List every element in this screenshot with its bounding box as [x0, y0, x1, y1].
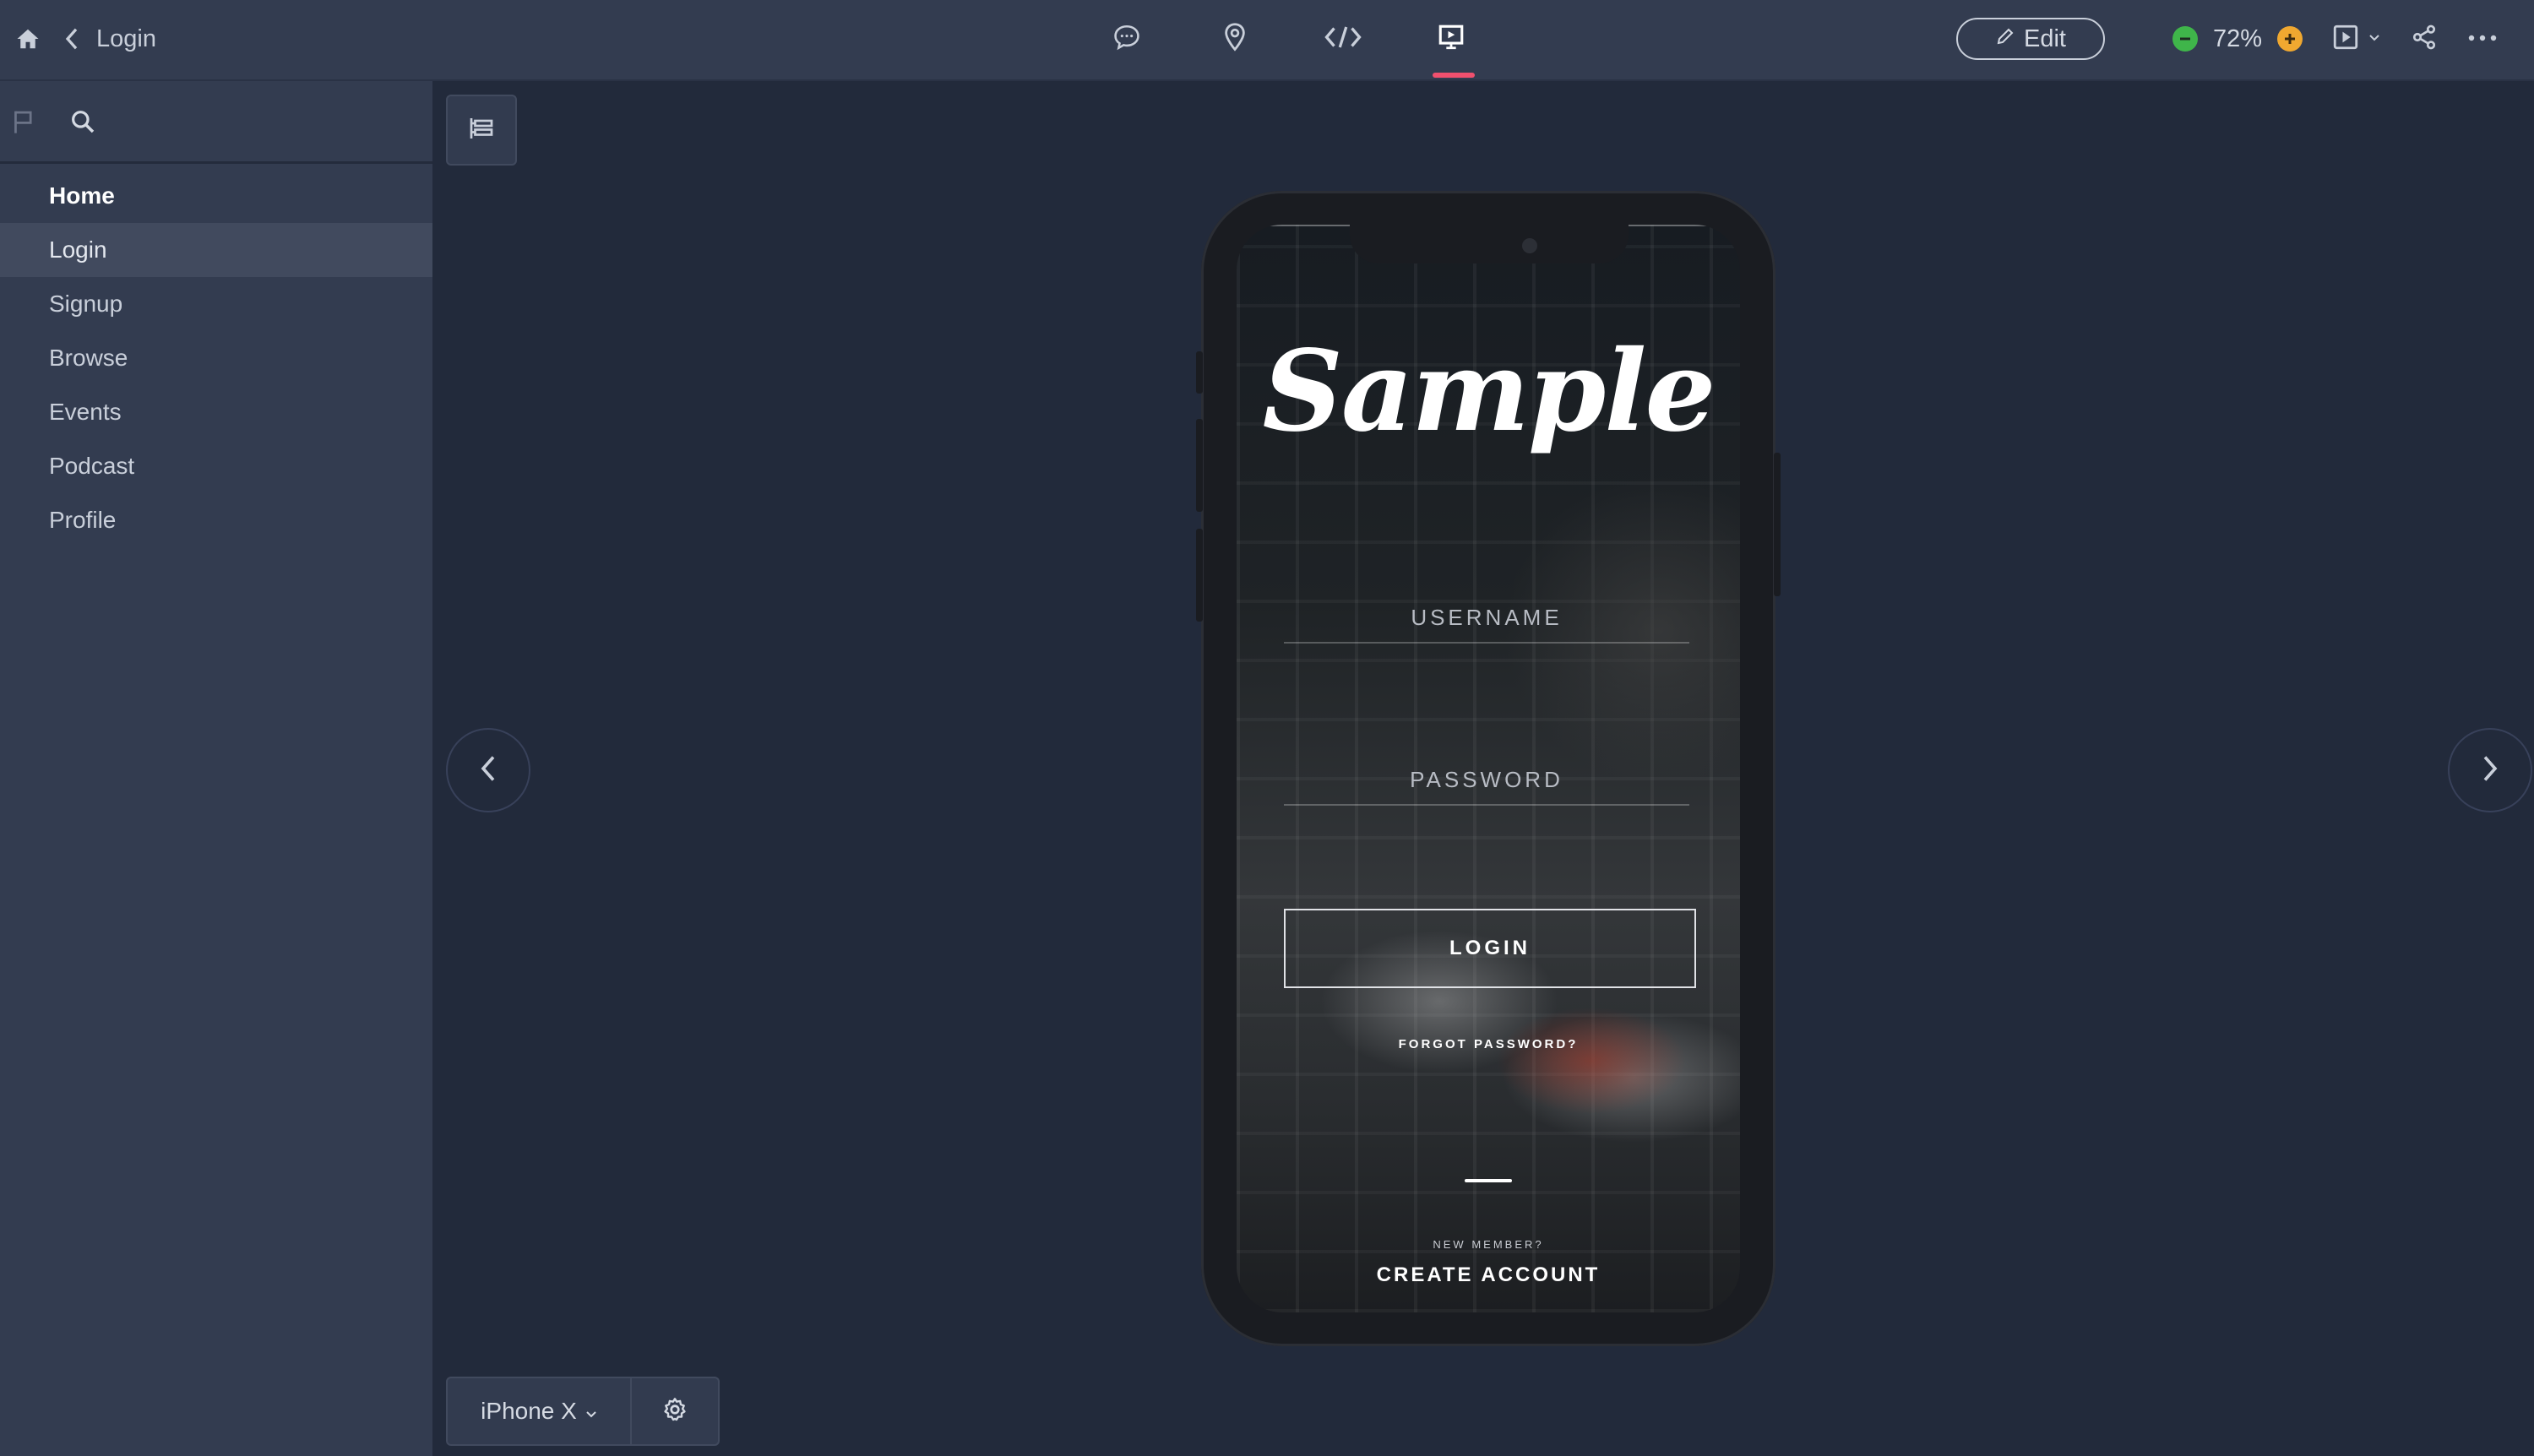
code-icon	[1324, 24, 1362, 54]
more-options-button[interactable]	[2468, 31, 2497, 46]
sidebar-item-profile[interactable]: Profile	[0, 493, 432, 547]
create-account-link[interactable]: CREATE ACCOUNT	[1237, 1263, 1740, 1287]
sidebar-item-browse[interactable]: Browse	[0, 331, 432, 385]
toolbar-actions	[2331, 0, 2497, 78]
forgot-password-link[interactable]: FORGOT PASSWORD?	[1237, 1037, 1740, 1051]
chevron-left-icon	[478, 753, 498, 788]
tab-hotspots[interactable]	[1181, 0, 1289, 78]
edit-button[interactable]: Edit	[1956, 18, 2105, 60]
breadcrumb: Login	[15, 0, 156, 78]
sidebar-item-login[interactable]: Login	[0, 223, 432, 277]
next-screen-button[interactable]	[2448, 728, 2532, 812]
device-side-button	[1774, 453, 1781, 596]
sidebar-item-podcast[interactable]: Podcast	[0, 439, 432, 493]
chevron-down-icon	[2368, 31, 2380, 46]
phone-screen: Sample USERNAME PASSWORD LOGIN FORGOT PA…	[1237, 225, 1740, 1312]
zoom-level: 72%	[2213, 24, 2263, 52]
new-member-label: NEW MEMBER?	[1433, 1238, 1544, 1251]
chevron-right-icon	[2480, 753, 2500, 788]
top-toolbar: Login Edit 72%	[0, 0, 2534, 81]
gear-icon	[661, 1396, 688, 1427]
previous-screen-button[interactable]	[446, 728, 530, 812]
login-button[interactable]: LOGIN	[1284, 909, 1696, 988]
play-icon	[2331, 23, 2360, 56]
more-icon	[2468, 31, 2497, 46]
sidebar-item-signup[interactable]: Signup	[0, 277, 432, 331]
chevron-down-icon	[585, 1398, 597, 1425]
search-icon[interactable]	[69, 108, 96, 135]
preview-icon	[1437, 23, 1465, 56]
home-icon[interactable]	[15, 26, 41, 52]
device-frame: Sample USERNAME PASSWORD LOGIN FORGOT PA…	[1196, 191, 1781, 1346]
breadcrumb-current-page[interactable]: Login	[96, 25, 156, 53]
flag-icon[interactable]	[12, 109, 35, 134]
zoom-out-button[interactable]	[2172, 26, 2198, 52]
divider	[1465, 1179, 1512, 1182]
screens-sidebar: Home Login Signup Browse Events Podcast …	[0, 81, 432, 1456]
share-icon	[2411, 24, 2438, 55]
zoom-in-button[interactable]	[2277, 26, 2303, 52]
zoom-control: 72%	[2172, 0, 2303, 78]
device-select[interactable]: iPhone X	[448, 1378, 632, 1444]
device-side-button	[1196, 419, 1203, 512]
tab-code[interactable]	[1289, 0, 1397, 78]
device-side-button	[1196, 529, 1203, 622]
device-settings-button[interactable]	[632, 1378, 718, 1444]
pencil-icon	[1995, 25, 2015, 53]
play-menu-button[interactable]	[2331, 23, 2380, 56]
device-notch	[1350, 225, 1629, 263]
edit-button-label: Edit	[2024, 24, 2066, 52]
device-toolbar: iPhone X	[446, 1377, 720, 1446]
camera-dot	[1522, 238, 1537, 253]
sidebar-item-events[interactable]: Events	[0, 385, 432, 439]
layers-icon	[466, 113, 497, 148]
comment-icon	[1112, 23, 1142, 56]
app-logo: Sample	[1262, 326, 1716, 457]
share-button[interactable]	[2411, 24, 2438, 55]
screen-list: Home Login Signup Browse Events Podcast …	[0, 164, 432, 547]
location-pin-icon	[1222, 22, 1248, 57]
chevron-left-icon[interactable]	[63, 26, 81, 52]
username-field[interactable]: USERNAME	[1284, 593, 1689, 644]
sidebar-item-home[interactable]: Home	[0, 169, 432, 223]
tab-comments[interactable]	[1073, 0, 1181, 78]
view-mode-tabs	[1073, 0, 1505, 78]
layers-toggle-button[interactable]	[446, 95, 517, 166]
password-field[interactable]: PASSWORD	[1284, 755, 1689, 806]
tab-preview[interactable]	[1397, 0, 1505, 78]
sidebar-tools	[0, 81, 432, 164]
device-side-button	[1196, 351, 1203, 394]
device-select-label: iPhone X	[481, 1398, 577, 1424]
